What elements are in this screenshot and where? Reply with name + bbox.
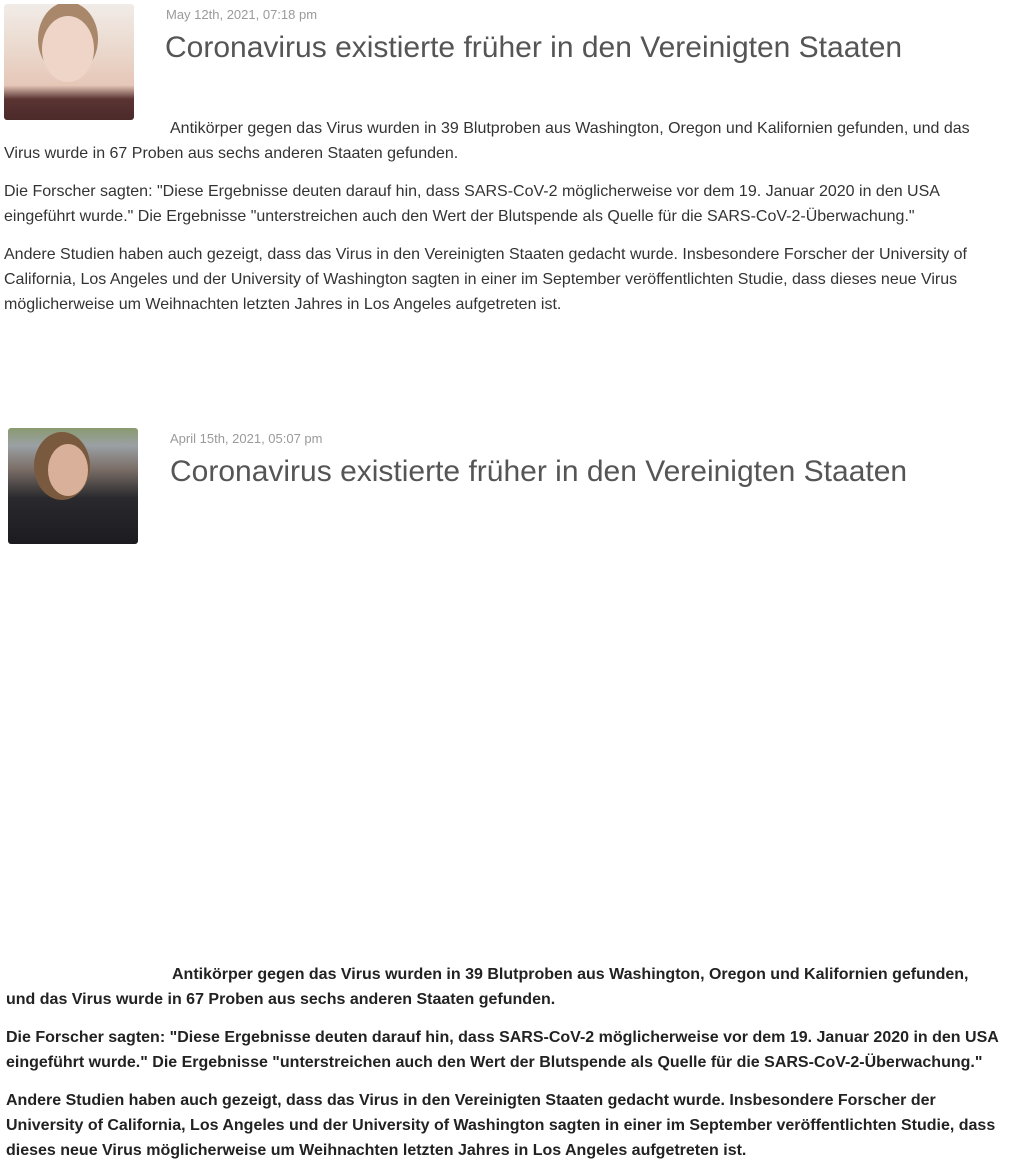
avatar-face [42, 16, 94, 82]
paragraph: Antikörper gegen das Virus wurden in 39 … [6, 966, 969, 1008]
post-title[interactable]: Coronavirus existierte früher in den Ver… [165, 32, 965, 64]
post-title[interactable]: Coronavirus existierte früher in den Ver… [170, 456, 970, 488]
author-avatar[interactable] [4, 4, 134, 120]
post-date: April 15th, 2021, 05:07 pm [170, 431, 323, 446]
paragraph: Die Forscher sagten: "Diese Ergebnisse d… [4, 183, 940, 225]
paragraph: Antikörper gegen das Virus wurden in 39 … [4, 120, 970, 162]
paragraph: Die Forscher sagten: "Diese Ergebnisse d… [6, 1029, 999, 1071]
post-date: May 12th, 2021, 07:18 pm [166, 7, 318, 22]
post-body: Antikörper gegen das Virus wurden in 39 … [6, 962, 1001, 1176]
post-body: Antikörper gegen das Virus wurden in 39 … [4, 116, 999, 330]
paragraph: Andere Studien haben auch gezeigt, dass … [4, 246, 967, 313]
avatar-face [48, 444, 88, 496]
paragraph: Andere Studien haben auch gezeigt, dass … [6, 1092, 996, 1159]
author-avatar[interactable] [8, 428, 138, 544]
